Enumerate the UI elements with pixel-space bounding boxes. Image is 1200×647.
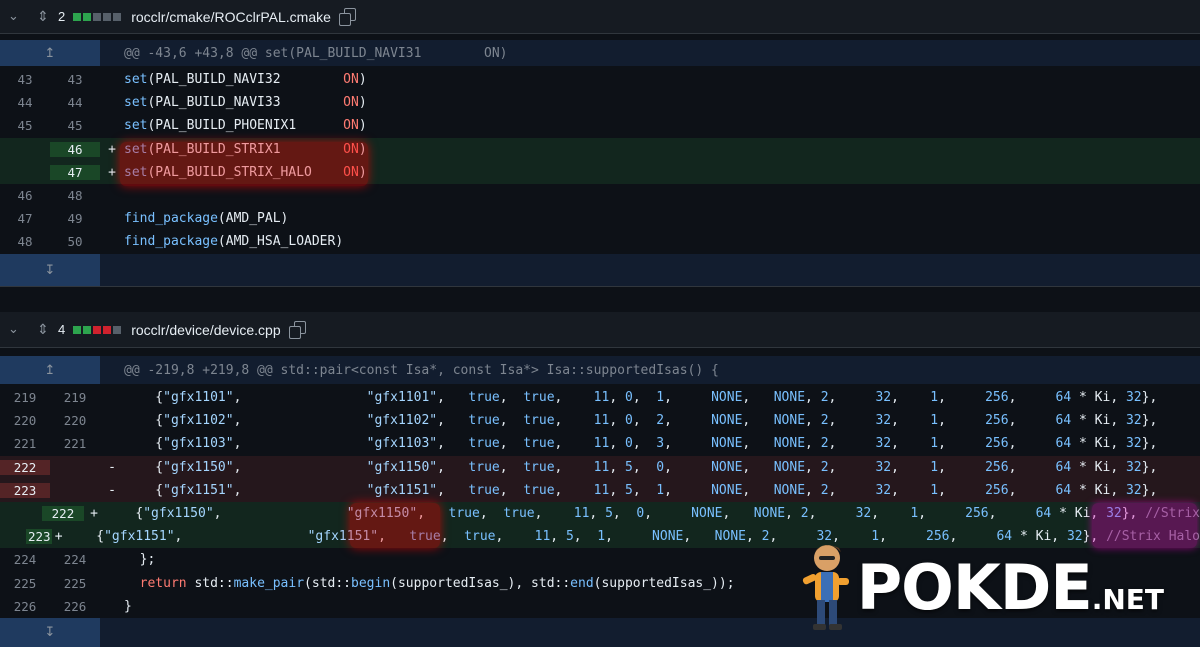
code-text: find_package(AMD_PAL) — [124, 211, 289, 227]
new-line-number[interactable]: 221 — [50, 436, 100, 451]
diffstat-block — [93, 325, 102, 334]
pokde-logo: POKDE.NET — [795, 540, 1164, 635]
old-line-number[interactable]: 47 — [0, 211, 50, 226]
mascot-image — [795, 540, 855, 635]
highlight-gfx-names — [350, 503, 440, 548]
logo-text: POKDE.NET — [856, 551, 1164, 624]
hunk-text: @@ -43,6 +43,8 @@ set(PAL_BUILD_NAVI31 O… — [124, 45, 508, 61]
old-line-number[interactable]: 220 — [0, 413, 50, 428]
diffstat-block — [73, 12, 82, 21]
new-line-number[interactable]: 47 — [50, 164, 100, 180]
new-line-number[interactable]: 44 — [50, 95, 100, 110]
diff-sign: + — [90, 506, 98, 522]
new-line-number[interactable]: 220 — [50, 413, 100, 428]
old-line-number[interactable]: 45 — [0, 118, 50, 133]
file-header-2: ⌄ ⇕ 4 rocclr/device/device.cpp — [0, 312, 1200, 348]
diffstat-block — [113, 325, 122, 334]
hunk-text: @@ -219,8 +219,8 @@ std::pair<const Isa*… — [124, 362, 719, 378]
expand-up-icon[interactable]: ↥ — [0, 356, 100, 384]
chevron-down-icon[interactable]: ⌄ — [8, 322, 28, 337]
diff-line: 46 48 — [0, 184, 1200, 208]
new-line-number[interactable]: 45 — [50, 118, 100, 133]
copy-icon[interactable] — [288, 320, 307, 339]
code-text: set(PAL_BUILD_NAVI33 ON) — [124, 95, 367, 111]
chevron-down-icon[interactable]: ⌄ — [8, 9, 28, 24]
diff-line: 43 43 set(PAL_BUILD_NAVI32 ON) — [0, 68, 1200, 92]
diff-sign: - — [108, 482, 116, 498]
old-line-number[interactable]: 44 — [0, 95, 50, 110]
old-line-number[interactable]: 221 — [0, 436, 50, 451]
unfold-icon[interactable]: ⇕ — [32, 322, 54, 338]
new-line-number[interactable]: 225 — [50, 576, 100, 591]
diff-line: 47 49 find_package(AMD_PAL) — [0, 207, 1200, 231]
unfold-icon[interactable]: ⇕ — [32, 9, 54, 25]
diff-line: 222 + {"gfx1150", "gfx1150", true, true, … — [0, 502, 1200, 526]
diffstat-block — [113, 12, 122, 21]
diffstat-blocks — [73, 325, 122, 334]
new-line-number[interactable]: 50 — [50, 234, 100, 249]
old-line-number[interactable]: 222 — [0, 459, 50, 475]
code-text: set(PAL_BUILD_NAVI32 ON) — [124, 72, 367, 88]
old-line-number[interactable]: 43 — [0, 72, 50, 87]
highlight-added-strix — [120, 142, 368, 186]
diff-line: 44 44 set(PAL_BUILD_NAVI33 ON) — [0, 91, 1200, 115]
code-text: {"gfx1150", "gfx1150", true, true, 11, 5… — [104, 506, 1200, 522]
old-line-number[interactable]: 219 — [0, 390, 50, 405]
new-line-number[interactable]: 46 — [50, 141, 100, 157]
new-line-number[interactable]: 223 — [26, 529, 53, 545]
diff-line: 48 50 find_package(AMD_HSA_LOADER) — [0, 230, 1200, 254]
code-text: {"gfx1151", "gfx1151", true, true, 11, 5… — [124, 482, 1158, 498]
old-line-number[interactable]: 46 — [0, 188, 50, 203]
diffstat-block — [103, 325, 112, 334]
diffstat-block — [83, 12, 92, 21]
file-path[interactable]: rocclr/cmake/ROCclrPAL.cmake — [131, 9, 331, 25]
old-line-number[interactable]: 225 — [0, 576, 50, 591]
old-line-number[interactable]: 48 — [0, 234, 50, 249]
code-text: {"gfx1103", "gfx1103", true, true, 11, 0… — [124, 436, 1158, 452]
expand-up-icon[interactable]: ↥ — [0, 40, 100, 66]
diff-line: 222 - {"gfx1150", "gfx1150", true, true, … — [0, 455, 1200, 479]
diffstat-block — [93, 12, 102, 21]
diff-line: 45 45 set(PAL_BUILD_PHOENIX1 ON) — [0, 114, 1200, 138]
old-line-number[interactable]: 224 — [0, 552, 50, 567]
diff-sign: + — [54, 529, 63, 545]
diff-line: 223 - {"gfx1151", "gfx1151", true, true, … — [0, 478, 1200, 502]
file-header-1: ⌄ ⇕ 2 rocclr/cmake/ROCclrPAL.cmake — [0, 0, 1200, 34]
hunk-header: ↥ @@ -43,6 +43,8 @@ set(PAL_BUILD_NAVI31… — [0, 40, 1200, 66]
hunk-header: ↥ @@ -219,8 +219,8 @@ std::pair<const Is… — [0, 356, 1200, 384]
code-text: set(PAL_BUILD_PHOENIX1 ON) — [124, 118, 367, 134]
diffstat-block — [73, 325, 82, 334]
code-text: {"gfx1150", "gfx1150", true, true, 11, 5… — [124, 459, 1158, 475]
change-count: 2 — [58, 9, 66, 24]
expand-down-icon[interactable]: ↧ — [0, 254, 100, 286]
new-line-number[interactable]: 43 — [50, 72, 100, 87]
old-line-number[interactable]: 223 — [0, 482, 50, 498]
code-text: find_package(AMD_HSA_LOADER) — [124, 234, 344, 250]
new-line-number[interactable]: 222 — [41, 506, 84, 522]
change-count: 4 — [58, 322, 66, 337]
diff-line: 220 220 {"gfx1102", "gfx1102", true, true… — [0, 409, 1200, 433]
diffstat-block — [83, 325, 92, 334]
hunk-footer: ↧ — [0, 254, 1200, 286]
new-line-number[interactable]: 49 — [50, 211, 100, 226]
diffstat-blocks — [73, 12, 122, 21]
code-text: {"gfx1101", "gfx1101", true, true, 11, 0… — [124, 390, 1158, 406]
diff-sign: - — [108, 459, 116, 475]
code-text: {"gfx1102", "gfx1102", true, true, 11, 0… — [124, 413, 1158, 429]
old-line-number[interactable]: 226 — [0, 599, 50, 614]
new-line-number[interactable]: 226 — [50, 599, 100, 614]
copy-icon[interactable] — [338, 7, 357, 26]
new-line-number[interactable]: 224 — [50, 552, 100, 567]
new-line-number[interactable]: 219 — [50, 390, 100, 405]
file-path[interactable]: rocclr/device/device.cpp — [131, 322, 280, 338]
diff-line: 219 219 {"gfx1101", "gfx1101", true, true… — [0, 386, 1200, 410]
diffstat-block — [103, 12, 112, 21]
file-separator — [0, 286, 1200, 310]
diff-line: 221 221 {"gfx1103", "gfx1103", true, true… — [0, 432, 1200, 456]
expand-down-icon[interactable]: ↧ — [0, 618, 100, 647]
new-line-number[interactable]: 48 — [50, 188, 100, 203]
